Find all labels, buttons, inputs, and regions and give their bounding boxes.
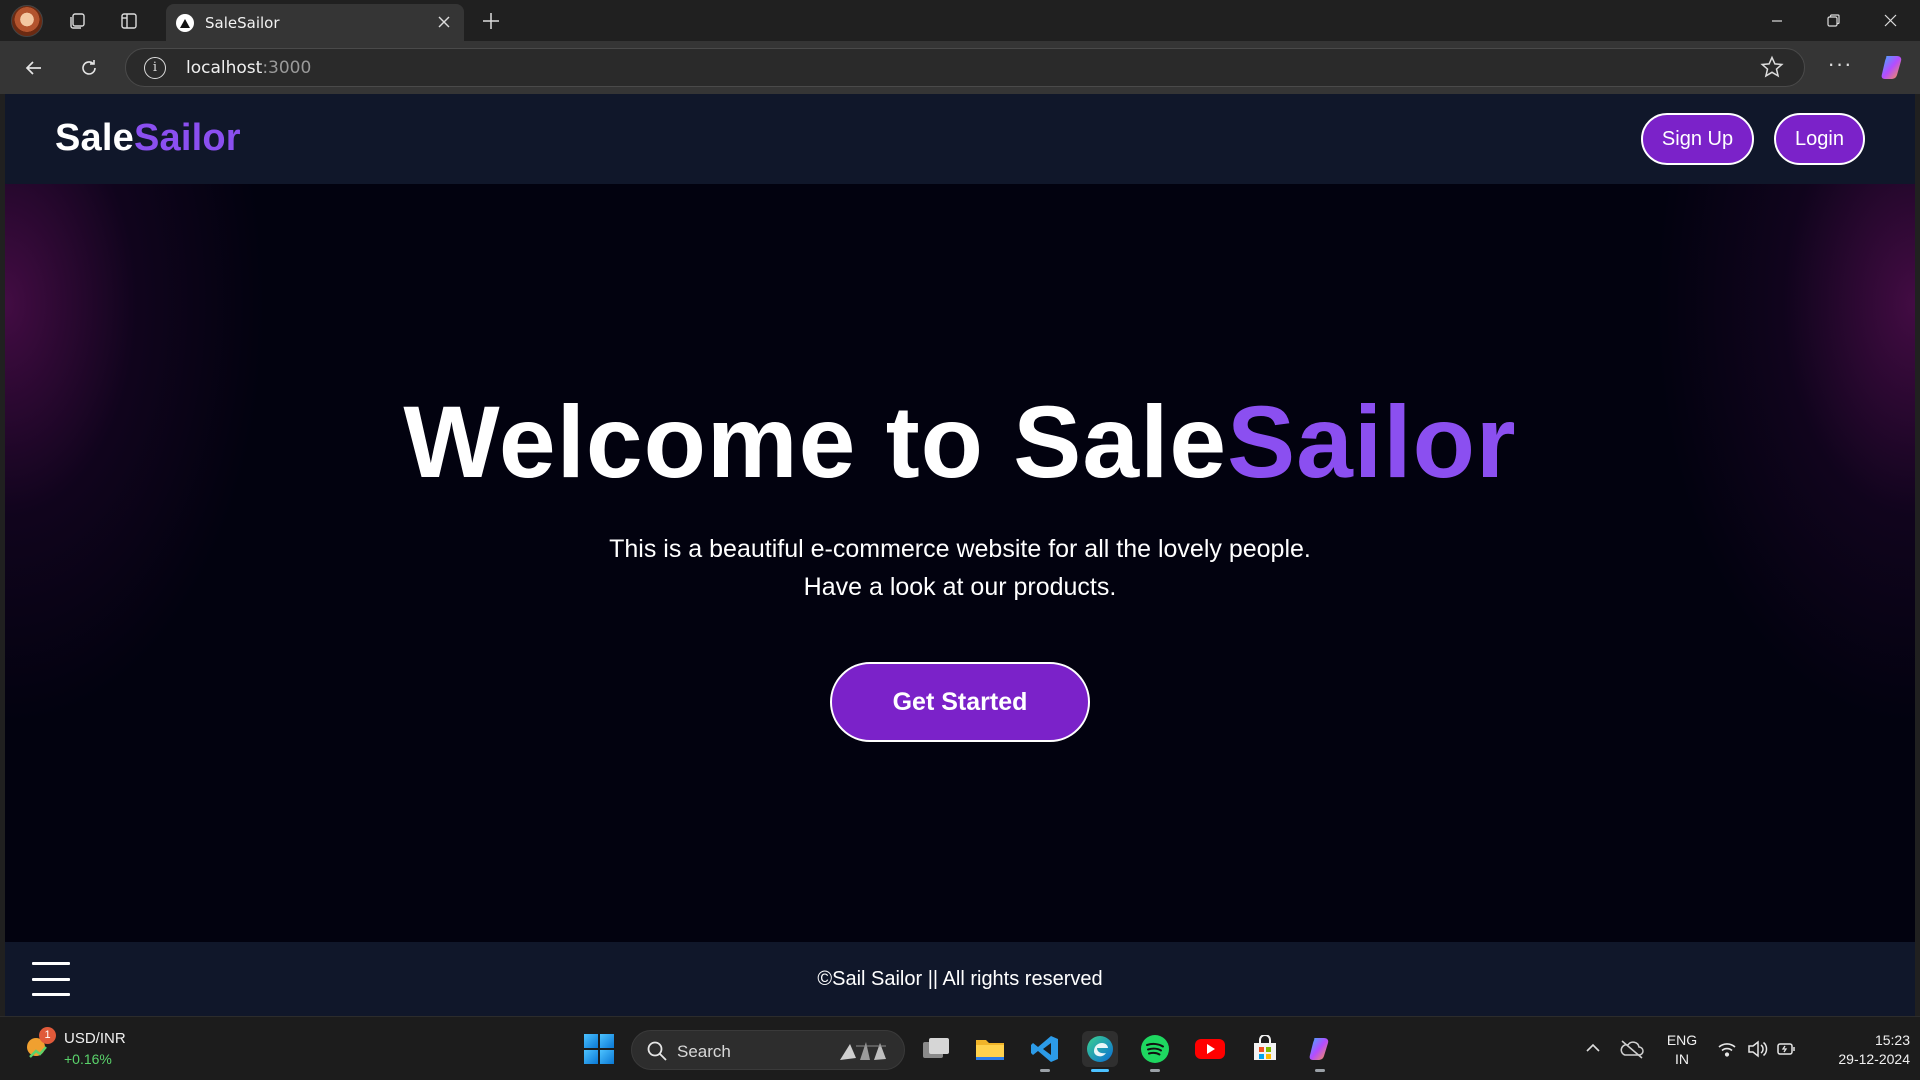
url-host: localhost xyxy=(186,58,263,78)
system-clock[interactable]: 15:23 29-12-2024 xyxy=(1810,1031,1910,1069)
profile-avatar[interactable] xyxy=(11,5,43,37)
active-indicator xyxy=(1091,1069,1109,1072)
clock-date: 29-12-2024 xyxy=(1838,1051,1910,1067)
spotify-icon[interactable] xyxy=(1137,1031,1173,1072)
browser-tab-bar: SaleSailor xyxy=(0,0,1920,41)
copilot-icon[interactable] xyxy=(1302,1031,1338,1072)
running-indicator xyxy=(1150,1069,1160,1072)
footer-copyright: ©Sail Sailor || All rights reserved xyxy=(817,968,1103,990)
youtube-icon[interactable] xyxy=(1192,1031,1228,1067)
close-window-icon[interactable] xyxy=(1862,0,1919,41)
tab-title: SaleSailor xyxy=(205,14,280,32)
tab-salesailor[interactable]: SaleSailor xyxy=(166,4,464,41)
hero-title-accent: Sailor xyxy=(1227,385,1517,499)
microsoft-store-icon[interactable] xyxy=(1247,1031,1283,1067)
hero-section: Welcome to SaleSailor This is a beautifu… xyxy=(5,184,1915,942)
edge-icon[interactable] xyxy=(1082,1031,1118,1072)
widget-badge: 1 xyxy=(39,1027,56,1044)
favorite-star-icon[interactable] xyxy=(1760,55,1786,81)
widget-title[interactable]: USD/INR xyxy=(64,1030,126,1047)
vscode-icon[interactable] xyxy=(1027,1031,1063,1072)
search-highlight-art-icon xyxy=(836,1038,892,1064)
hero-title: Welcome to SaleSailor xyxy=(5,384,1915,501)
volume-icon[interactable] xyxy=(1746,1038,1768,1060)
site-header: SaleSailor Sign Up Login xyxy=(5,94,1915,184)
site-footer: ©Sail Sailor || All rights reserved xyxy=(5,942,1915,1016)
close-tab-icon[interactable] xyxy=(432,10,456,34)
running-indicator xyxy=(1040,1069,1050,1072)
get-started-button[interactable]: Get Started xyxy=(830,662,1090,742)
login-button[interactable]: Login xyxy=(1774,113,1865,165)
wifi-icon[interactable] xyxy=(1716,1038,1738,1060)
sign-up-button[interactable]: Sign Up xyxy=(1641,113,1754,165)
search-label: Search xyxy=(677,1042,731,1061)
hero-title-main: Welcome to Sale xyxy=(403,385,1228,499)
address-bar[interactable]: i localhost:3000 xyxy=(125,48,1805,87)
minimize-icon[interactable] xyxy=(1748,0,1805,41)
logo-text-sale: Sale xyxy=(55,117,134,159)
refresh-icon[interactable] xyxy=(73,52,105,84)
language-indicator[interactable]: ENG IN xyxy=(1664,1031,1700,1069)
new-tab-button[interactable] xyxy=(476,6,506,36)
onedrive-offline-icon[interactable] xyxy=(1619,1038,1645,1060)
url-text[interactable]: localhost:3000 xyxy=(186,58,311,78)
windows-taskbar: 1 USD/INR +0.16% Search ENG IN 15:23 29-… xyxy=(0,1016,1920,1080)
restore-icon[interactable] xyxy=(1805,0,1862,41)
hero-subtitle-line2: Have a look at our products. xyxy=(803,573,1117,601)
more-options-icon[interactable]: ··· xyxy=(1825,52,1855,82)
page-viewport: SaleSailor Sign Up Login Welcome to Sale… xyxy=(5,94,1915,1016)
task-view-icon[interactable] xyxy=(918,1031,954,1067)
widget-change: +0.16% xyxy=(64,1051,112,1067)
running-indicator xyxy=(1315,1069,1325,1072)
back-arrow-icon[interactable] xyxy=(18,52,50,84)
battery-icon[interactable] xyxy=(1776,1038,1798,1060)
site-info-icon[interactable]: i xyxy=(144,57,166,79)
url-port: :3000 xyxy=(262,58,312,78)
windows-start-icon[interactable] xyxy=(584,1034,614,1064)
logo-text-sailor: Sailor xyxy=(133,117,241,159)
site-logo[interactable]: SaleSailor xyxy=(55,117,241,160)
clock-time: 15:23 xyxy=(1874,1032,1910,1048)
vertical-tabs-icon[interactable] xyxy=(114,6,144,36)
lang-region: IN xyxy=(1675,1051,1689,1067)
triangle-favicon-icon xyxy=(176,14,194,32)
copilot-icon[interactable] xyxy=(1877,51,1909,83)
file-explorer-icon[interactable] xyxy=(972,1031,1008,1067)
taskbar-search[interactable]: Search xyxy=(631,1030,905,1070)
browser-toolbar: i localhost:3000 ··· xyxy=(0,41,1920,94)
collections-icon[interactable] xyxy=(62,6,92,36)
lang-code: ENG xyxy=(1666,1032,1698,1048)
show-hidden-icons-chevron-icon[interactable] xyxy=(1582,1037,1604,1059)
search-icon xyxy=(646,1040,668,1062)
hero-subtitle-line1: This is a beautiful e-commerce website f… xyxy=(609,535,1311,563)
